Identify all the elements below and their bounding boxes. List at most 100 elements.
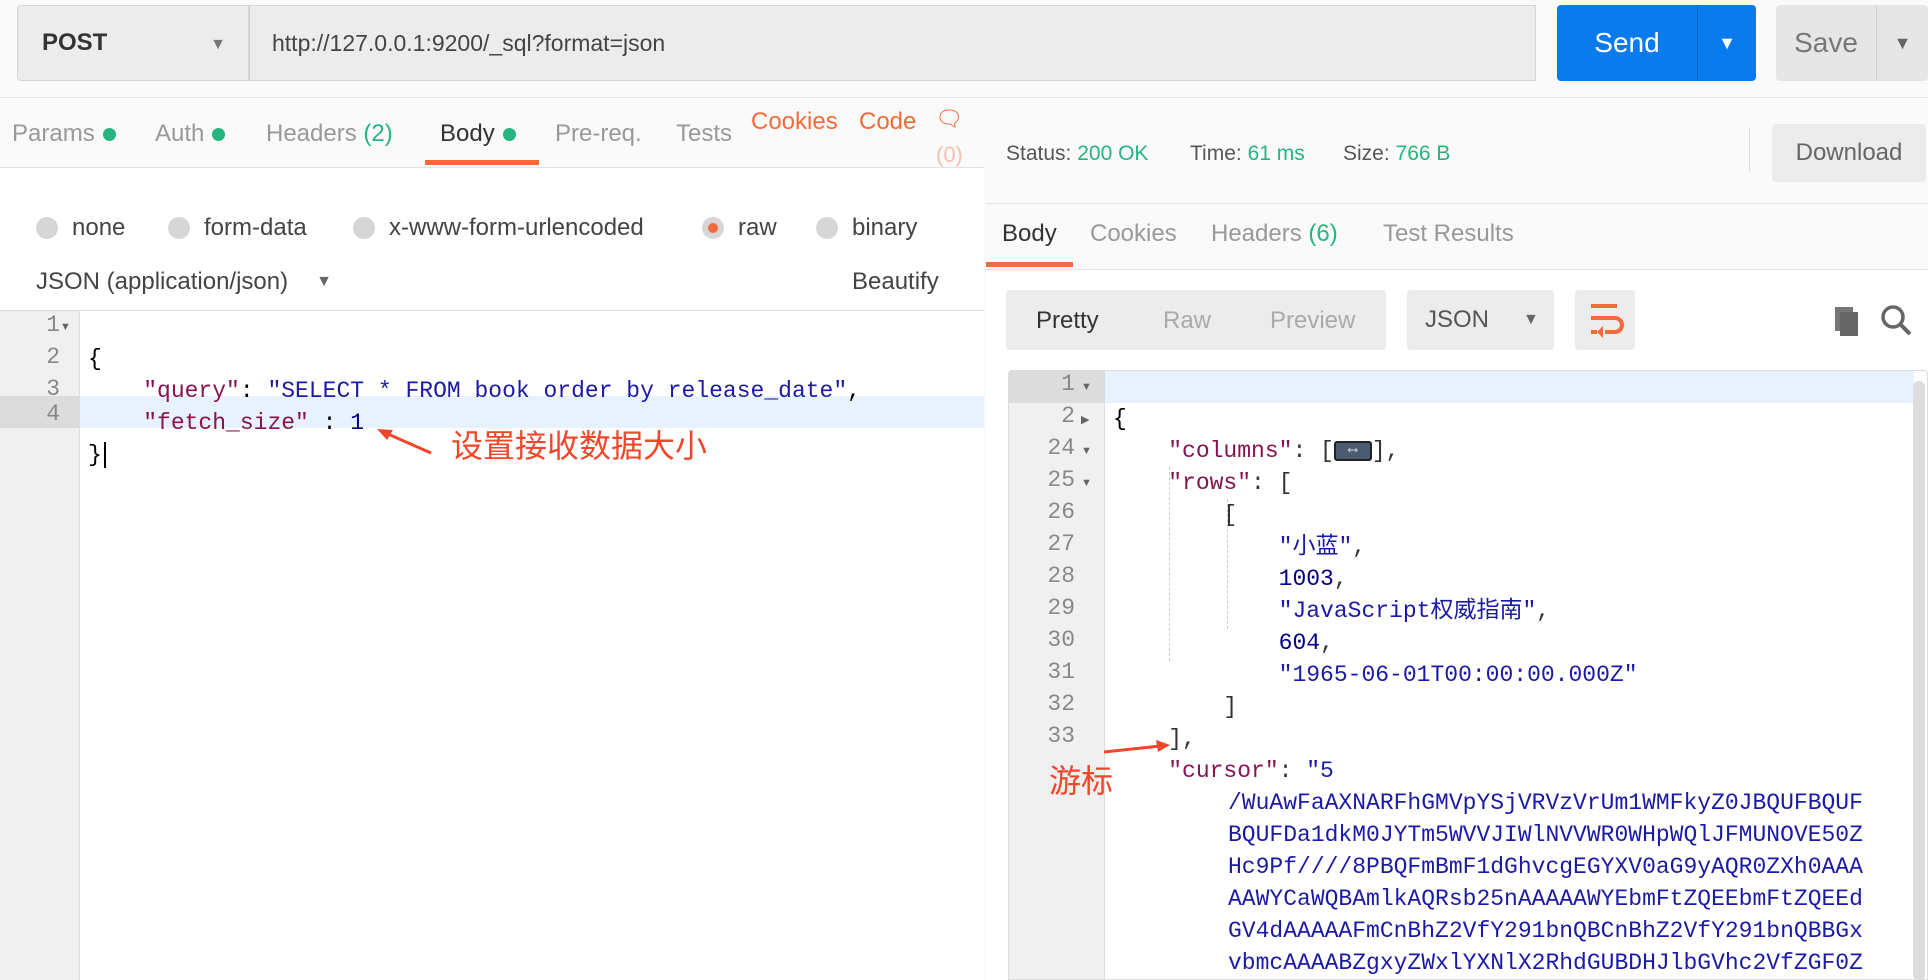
- fold-arrow-icon[interactable]: ▼: [1081, 381, 1092, 393]
- view-mode-group: Pretty Raw Preview: [1006, 290, 1386, 350]
- tab-body[interactable]: Body: [440, 120, 516, 148]
- divider: [1749, 128, 1750, 172]
- send-dropdown-icon[interactable]: ▼: [1697, 5, 1756, 81]
- radio-icon: [168, 217, 190, 239]
- radio-label: raw: [738, 214, 777, 241]
- line-number: 33: [1047, 723, 1075, 749]
- method-select[interactable]: POST ▼: [17, 5, 249, 81]
- content-type-value: JSON (application/json): [36, 268, 289, 295]
- tab-label: Params: [12, 120, 95, 147]
- cursor-value: /WuAwFaAXNARFhGMVpYSjVRVzVrUm1WMFkyZ0JBQ…: [1113, 787, 1863, 979]
- save-button[interactable]: Save ▼: [1776, 5, 1928, 81]
- line-number: 2: [46, 344, 60, 370]
- line-number: 31: [1047, 659, 1075, 685]
- sep: :: [239, 378, 268, 404]
- code-line: "小蓝",: [1278, 534, 1367, 560]
- json-key: "query": [143, 378, 240, 404]
- send-button[interactable]: Send ▼: [1557, 5, 1756, 81]
- cookies-link[interactable]: Cookies: [751, 108, 838, 136]
- request-panel: Params Auth Headers (2) Body Pre-req. Te…: [0, 98, 984, 980]
- time-value: 61 ms: [1247, 142, 1305, 165]
- code-line: {: [1113, 403, 1863, 435]
- tab-headers[interactable]: Headers (2): [266, 120, 393, 148]
- fold-arrow-icon[interactable]: ▼: [1081, 477, 1092, 489]
- cursor-line: BQUFDa1dkM0JYTm5WVVJIWlNVVWR0WHpWQlJFMUN…: [1228, 822, 1863, 848]
- format-select[interactable]: JSON ▼: [1407, 290, 1554, 350]
- request-body-editor[interactable]: 1 2 3 4 ▼ { "query": "SELECT * FROM book…: [0, 310, 984, 980]
- caret-down-icon: ▼: [316, 273, 332, 290]
- url-input[interactable]: http://127.0.0.1:9200/_sql?format=json: [249, 5, 1536, 81]
- json-key: "fetch_size": [143, 410, 309, 436]
- request-tabs: Params Auth Headers (2) Body Pre-req. Te…: [0, 98, 984, 168]
- tab-test-results[interactable]: Test Results: [1383, 220, 1514, 248]
- tab-label: Headers: [1211, 220, 1302, 247]
- json-number: 604: [1278, 630, 1321, 656]
- radio-none[interactable]: none: [36, 214, 125, 242]
- line-number: 1: [46, 312, 60, 338]
- active-tab-underline: [986, 262, 1073, 267]
- radio-raw[interactable]: raw: [702, 214, 777, 242]
- radio-urlencoded[interactable]: x-www-form-urlencoded: [353, 214, 644, 242]
- status-dot-icon: [212, 128, 226, 142]
- sep: ,: [847, 378, 861, 404]
- line-number: 27: [1047, 531, 1075, 557]
- radio-form-data[interactable]: form-data: [168, 214, 307, 242]
- beautify-link[interactable]: Beautify: [852, 268, 939, 296]
- code-line: "cursor": "5: [1113, 755, 1863, 787]
- radio-icon: [816, 217, 838, 239]
- time-label: Time:: [1190, 142, 1242, 165]
- tab-response-body[interactable]: Body: [1002, 220, 1057, 248]
- comments-icon[interactable]: 🗨: [935, 106, 963, 132]
- fold-arrow-icon[interactable]: ▼: [1081, 445, 1092, 457]
- content-type-select[interactable]: JSON (application/json) ▼: [36, 268, 332, 296]
- code-line: {: [88, 343, 861, 375]
- radio-label: form-data: [204, 214, 307, 241]
- collapsed-expand-icon[interactable]: ⟷: [1333, 440, 1372, 461]
- radio-binary[interactable]: binary: [816, 214, 917, 242]
- save-dropdown-icon[interactable]: ▼: [1876, 5, 1928, 81]
- view-preview[interactable]: Preview: [1270, 307, 1355, 335]
- annotation-cursor: 游标: [1049, 763, 1114, 799]
- status-dot-icon: [502, 128, 516, 142]
- scrollbar[interactable]: [1913, 381, 1925, 979]
- tab-prereq[interactable]: Pre-req.: [555, 120, 642, 148]
- code-line: 1003,: [1278, 566, 1348, 592]
- tab-count: (6): [1308, 220, 1338, 247]
- annotation-arrow-icon: [1103, 740, 1170, 754]
- expand-arrow-icon[interactable]: ▶: [1081, 413, 1089, 426]
- code-line: "rows": [: [1113, 467, 1863, 499]
- send-label: Send: [1594, 27, 1660, 58]
- size-label: Size:: [1343, 142, 1390, 165]
- status-label: Status:: [1006, 142, 1072, 165]
- brace: }: [88, 442, 102, 468]
- sep: ],: [1371, 438, 1400, 464]
- json-key: "cursor": [1168, 758, 1279, 784]
- response-status-bar: Status: 200 OK Time: 61 ms Size: 766 B D…: [986, 98, 1928, 204]
- view-raw[interactable]: Raw: [1163, 307, 1211, 335]
- sep: :: [308, 410, 351, 436]
- tab-response-cookies[interactable]: Cookies: [1090, 220, 1177, 248]
- active-tab-underline: [425, 160, 539, 165]
- json-string: "小蓝": [1278, 534, 1353, 560]
- sep: : [: [1292, 438, 1334, 464]
- json-key: "rows": [1168, 470, 1252, 496]
- wrap-lines-button[interactable]: [1575, 290, 1635, 350]
- download-button[interactable]: Download: [1772, 124, 1926, 182]
- tab-auth[interactable]: Auth: [155, 120, 226, 148]
- line-number: 32: [1047, 691, 1075, 717]
- json-number: 1: [350, 410, 365, 436]
- code-link[interactable]: Code: [859, 108, 916, 136]
- copy-icon[interactable]: [1831, 304, 1863, 336]
- fold-arrow-icon[interactable]: ▼: [60, 321, 71, 333]
- json-string: "1965-06-01T00:00:00.000Z": [1278, 662, 1638, 688]
- line-number: 25: [1047, 467, 1075, 493]
- code-line: "JavaScript权威指南",: [1278, 598, 1551, 624]
- view-pretty[interactable]: Pretty: [1036, 307, 1099, 335]
- tab-tests[interactable]: Tests: [676, 120, 732, 148]
- search-icon[interactable]: [1880, 304, 1914, 338]
- response-body-viewer[interactable]: 1 ▼ 2 ▶ 24 ▼ 25 ▼ 26 27 28 29 30 31 32 33 { "columns": …: [1008, 370, 1928, 980]
- tab-params[interactable]: Params: [12, 120, 116, 148]
- comments-count: (0): [936, 142, 963, 167]
- bracket: ],: [1168, 726, 1196, 752]
- tab-response-headers[interactable]: Headers (6): [1211, 220, 1338, 248]
